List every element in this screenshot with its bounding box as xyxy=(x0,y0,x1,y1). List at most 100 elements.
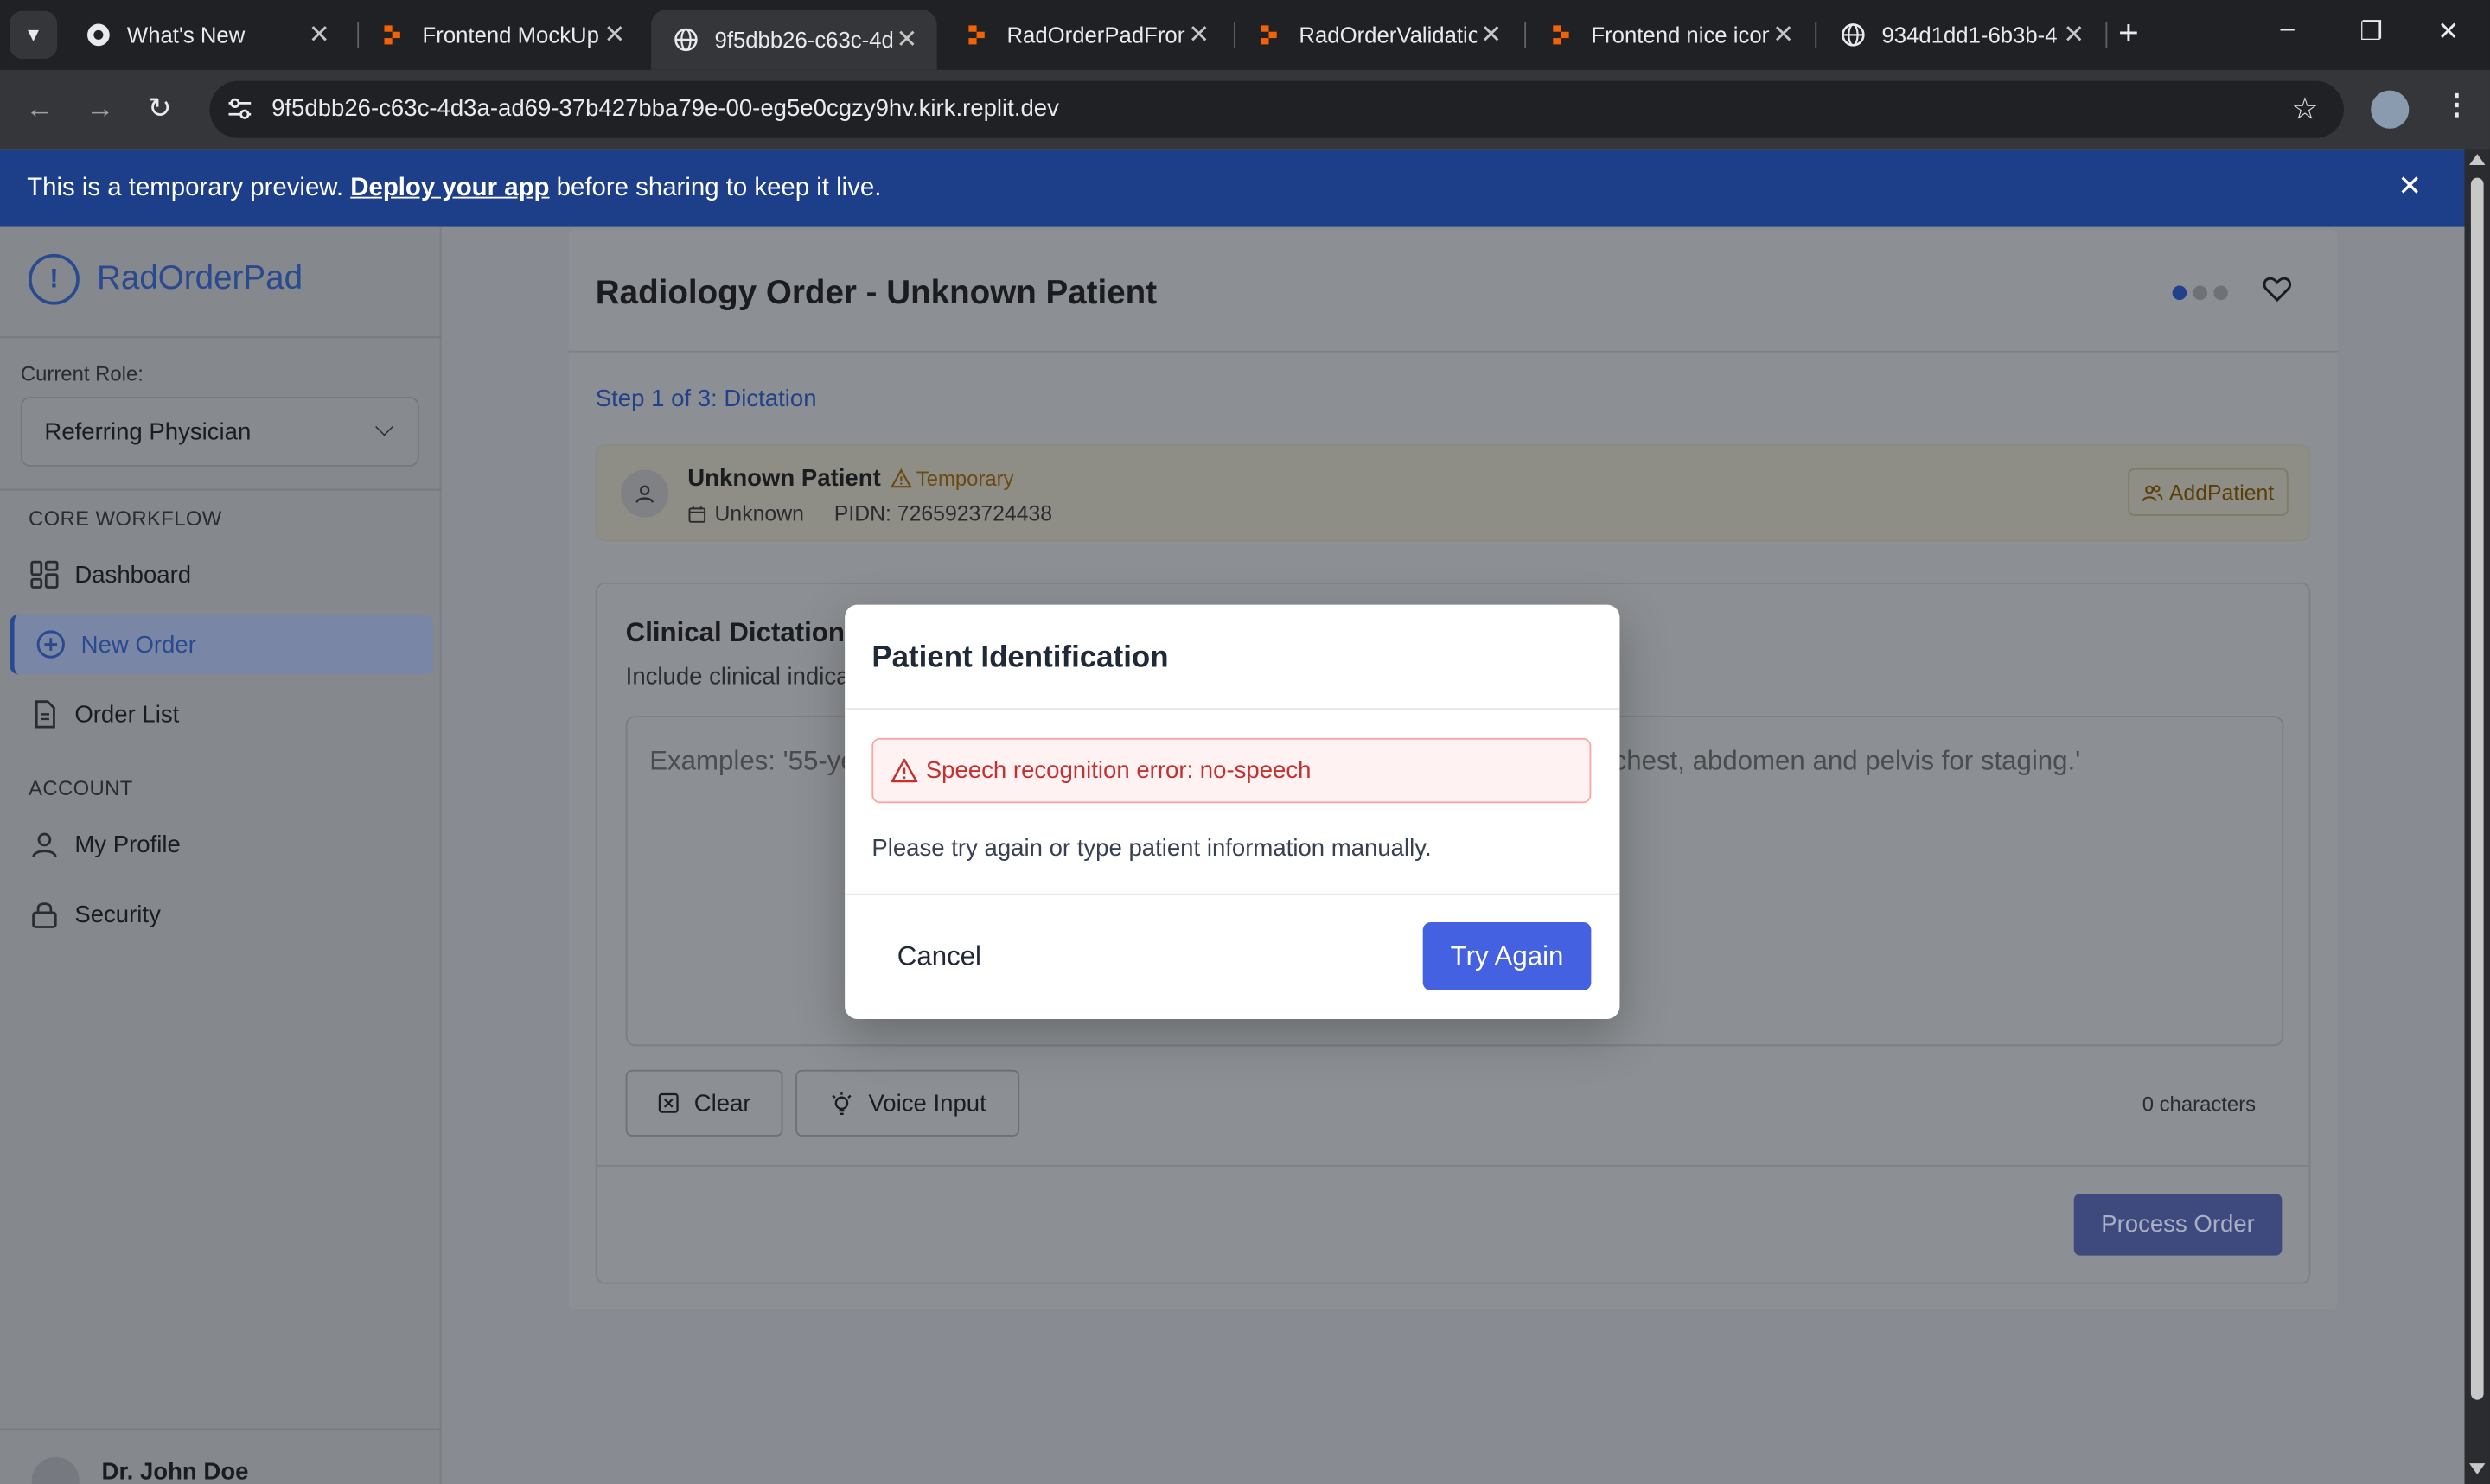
heart-icon[interactable] xyxy=(2261,273,2293,305)
browser-tab-active[interactable]: 9f5dbb26-c63c-4d ✕ xyxy=(651,10,937,70)
browser-tab[interactable]: What's New ✕ xyxy=(63,10,349,61)
sidebar-item-label: Security xyxy=(74,901,161,928)
tab-title: RadOrderPadFront xyxy=(1006,22,1185,48)
add-patient-button[interactable]: AddPatient xyxy=(2128,468,2289,516)
section-label-account: ACCOUNT xyxy=(29,775,133,800)
page-title: Radiology Order - Unknown Patient xyxy=(595,274,1158,311)
scroll-down-icon[interactable] xyxy=(2469,1463,2486,1475)
close-icon[interactable]: ✕ xyxy=(1477,19,1505,51)
progress-dots xyxy=(2172,285,2228,301)
close-icon[interactable]: ✕ xyxy=(2397,169,2422,203)
error-alert: Speech recognition error: no-speech xyxy=(872,737,1592,804)
chevron-down-icon xyxy=(375,417,393,436)
warning-icon xyxy=(891,758,918,783)
page-scrollbar[interactable] xyxy=(2464,149,2490,1484)
section-label-core: CORE WORKFLOW xyxy=(29,506,222,531)
back-icon[interactable]: ← xyxy=(25,91,54,125)
patient-avatar xyxy=(621,469,669,518)
tab-search-button[interactable]: ▼ xyxy=(10,10,58,59)
url-text[interactable]: 9f5dbb26-c63c-4d3a-ad69-37b427bba79e-00-… xyxy=(271,95,1059,122)
chrome-icon xyxy=(86,22,111,48)
banner-text: This is a temporary preview. xyxy=(27,175,344,202)
close-icon[interactable]: ✕ xyxy=(892,24,921,56)
sidebar-item-dashboard[interactable]: Dashboard xyxy=(10,545,433,605)
forward-icon[interactable]: → xyxy=(86,91,114,125)
close-icon[interactable]: ✕ xyxy=(305,19,334,51)
banner-text-after: before sharing to keep it live. xyxy=(556,175,882,202)
sidebar-item-order-list[interactable]: Order List xyxy=(10,684,433,744)
browser-menu-icon[interactable]: ⋮ xyxy=(2442,89,2471,123)
sidebar-item-label: Dashboard xyxy=(74,561,192,589)
progress-dot xyxy=(2213,285,2228,301)
add-patient-label: AddPatient xyxy=(2168,480,2275,505)
document-icon xyxy=(35,700,55,729)
cancel-button[interactable]: Cancel xyxy=(872,922,1006,990)
user-name: Dr. John Doe xyxy=(101,1458,249,1484)
app-logo[interactable]: ! RadOrderPad xyxy=(29,253,303,305)
patient-pidn: PIDN: 7265923724438 xyxy=(833,501,1053,525)
patient-identification-dialog: Patient Identification Speech recognitio… xyxy=(845,604,1620,1019)
web-page: This is a temporary preview. Deploy your… xyxy=(0,149,2465,1484)
avatar[interactable] xyxy=(31,1456,80,1484)
clear-button[interactable]: Clear xyxy=(625,1069,783,1137)
role-label: Current Role: xyxy=(20,361,144,386)
process-order-button[interactable]: Process Order xyxy=(2073,1193,2282,1256)
scroll-up-icon[interactable] xyxy=(2469,154,2486,165)
role-select[interactable]: Referring Physician xyxy=(20,397,419,467)
browser-tab[interactable]: RadOrderPadFront ✕ xyxy=(943,10,1229,61)
restore-icon[interactable]: ❐ xyxy=(2359,16,2382,48)
minimize-icon[interactable]: – xyxy=(2281,16,2295,44)
browser-tab[interactable]: Frontend nice icon ✕ xyxy=(1528,10,1814,61)
step-label: Step 1 of 3: Dictation xyxy=(595,385,817,413)
character-count: 0 characters xyxy=(2142,1092,2257,1116)
replit-icon xyxy=(1258,22,1283,48)
profile-avatar[interactable] xyxy=(2371,90,2410,129)
clear-label: Clear xyxy=(693,1089,751,1117)
status-badge: Temporary xyxy=(891,466,1014,491)
sidebar-item-label: My Profile xyxy=(74,831,181,858)
patient-name: Unknown Patient xyxy=(687,465,881,493)
close-icon[interactable]: ✕ xyxy=(2059,19,2088,51)
site-info-icon[interactable] xyxy=(226,95,254,124)
app-name: RadOrderPad xyxy=(97,260,303,297)
clear-icon xyxy=(658,1092,679,1113)
globe-icon xyxy=(674,27,699,52)
address-bar[interactable]: 9f5dbb26-c63c-4d3a-ad69-37b427bba79e-00-… xyxy=(209,80,2344,138)
new-tab-icon[interactable]: + xyxy=(2118,14,2139,53)
voice-input-label: Voice Input xyxy=(868,1089,986,1117)
patient-info-bar: Unknown Patient Temporary Unknown PIDN: … xyxy=(595,444,2311,542)
close-icon[interactable]: ✕ xyxy=(1184,19,1213,51)
tab-title: Frontend nice icon xyxy=(1591,22,1770,48)
deploy-link[interactable]: Deploy your app xyxy=(350,175,549,201)
progress-dot xyxy=(2193,285,2208,301)
sidebar-item-my-profile[interactable]: My Profile xyxy=(10,814,433,875)
dialog-title: Patient Identification xyxy=(872,640,1169,675)
user-icon xyxy=(635,485,654,503)
close-icon[interactable]: ✕ xyxy=(1769,19,1797,51)
alert-circle-icon: ! xyxy=(29,253,80,305)
browser-tab[interactable]: RadOrderValidatio ✕ xyxy=(1235,10,1522,61)
sidebar-item-new-order[interactable]: New Order xyxy=(10,614,434,675)
preview-banner: This is a temporary preview. Deploy your… xyxy=(0,149,2465,227)
window-close-icon[interactable]: ✕ xyxy=(2437,16,2459,48)
reload-icon[interactable]: ↻ xyxy=(148,91,172,125)
globe-icon xyxy=(1841,22,1866,48)
close-icon[interactable]: ✕ xyxy=(600,19,629,51)
patient-meta: Unknown PIDN: 7265923724438 xyxy=(687,501,1052,525)
progress-dot xyxy=(2172,285,2187,301)
browser-tab-bar: ▼ What's New ✕ Frontend MockUp ✕ 9f5dbb2… xyxy=(0,0,2490,70)
scroll-thumb[interactable] xyxy=(2470,177,2484,1400)
bookmark-star-icon[interactable]: ☆ xyxy=(2291,92,2318,129)
browser-tab[interactable]: 934d1dd1-6b3b-4 ✕ xyxy=(1818,10,2104,61)
badge-label: Temporary xyxy=(916,466,1014,491)
role-value: Referring Physician xyxy=(44,418,252,447)
sidebar-item-label: New Order xyxy=(80,630,196,659)
tab-title: 9f5dbb26-c63c-4d xyxy=(714,27,893,53)
sidebar-item-security[interactable]: Security xyxy=(10,884,433,945)
user-icon xyxy=(32,832,57,858)
browser-tab[interactable]: Frontend MockUp ✕ xyxy=(359,10,645,61)
tab-title: What's New xyxy=(126,22,246,48)
plus-circle-icon xyxy=(36,630,65,659)
try-again-button[interactable]: Try Again xyxy=(1422,921,1592,990)
voice-input-button[interactable]: Voice Input xyxy=(795,1069,1020,1137)
